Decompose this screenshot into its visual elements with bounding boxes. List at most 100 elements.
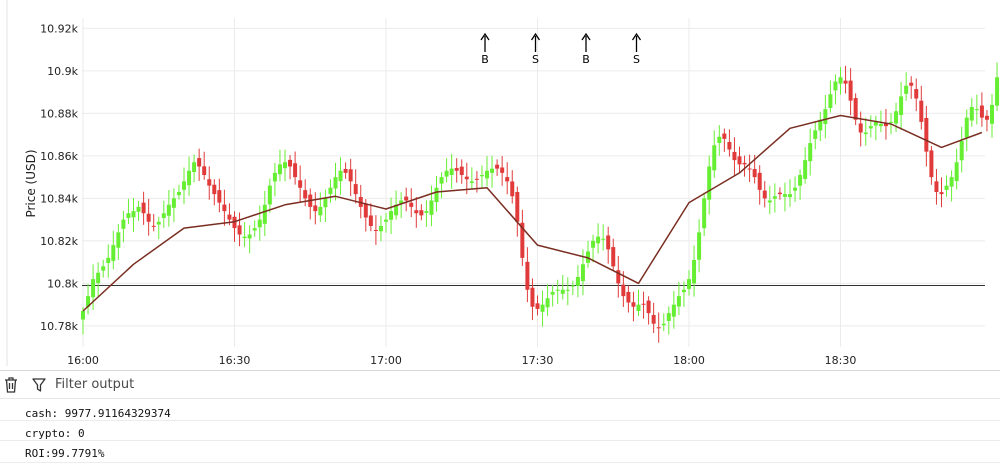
candle-body <box>237 225 242 235</box>
candle-body <box>929 150 934 178</box>
candle-body <box>591 240 596 248</box>
candle-body <box>313 205 318 212</box>
console-output: cash: 9977.91164329374 crypto: 0 ROI:99.… <box>0 400 1000 471</box>
candle-body <box>96 272 101 284</box>
candle-body <box>505 177 510 182</box>
candle-body <box>151 225 156 227</box>
candle-body <box>631 302 636 307</box>
candle-body <box>111 245 116 261</box>
candle-body <box>363 203 368 218</box>
candle-body <box>687 279 691 289</box>
candle-body <box>853 98 858 120</box>
candle-body <box>959 141 964 161</box>
candle-body <box>798 175 803 186</box>
candle-body <box>469 181 474 183</box>
candle-body <box>500 167 505 173</box>
candle-body <box>217 190 222 203</box>
candle-body <box>671 304 676 317</box>
filter-output-input[interactable]: Filter output <box>55 377 134 392</box>
candle-body <box>449 168 454 175</box>
candle-body <box>323 198 328 208</box>
candle-body <box>808 143 813 162</box>
candle-body <box>419 210 424 216</box>
x-tick-label: 17:30 <box>522 354 554 367</box>
candle-body <box>207 179 212 186</box>
candle-body <box>277 164 282 175</box>
candle-body <box>727 142 732 150</box>
candle-body <box>439 177 444 184</box>
candle-body <box>813 130 818 139</box>
candle-body <box>712 145 717 171</box>
x-tick-label: 17:00 <box>370 354 402 367</box>
candle-body <box>267 185 272 205</box>
candle-body <box>535 303 540 309</box>
candle-body <box>939 192 944 195</box>
candle-body <box>666 313 671 321</box>
candle-body <box>202 166 207 175</box>
candle-body <box>141 202 146 214</box>
candle-body <box>343 168 348 173</box>
line-divider <box>0 440 1000 441</box>
candle-body <box>641 303 646 305</box>
x-tick-label: 18:00 <box>673 354 705 367</box>
candle-body <box>681 289 686 293</box>
candle-body <box>293 163 298 178</box>
candle-body <box>247 234 252 239</box>
candle-body <box>833 81 838 91</box>
candle-body <box>762 190 767 199</box>
candle-body <box>984 115 989 120</box>
candle-body <box>550 291 555 295</box>
candle-body <box>843 80 848 84</box>
sell-marker-label: S <box>633 53 640 66</box>
candle-body <box>474 178 479 180</box>
candle-body <box>767 200 772 203</box>
candle-body <box>353 184 358 195</box>
candle-body <box>722 133 727 139</box>
candle-body <box>823 109 828 124</box>
candle-body <box>990 104 994 124</box>
candle-body <box>777 192 782 195</box>
candle-body <box>338 170 343 182</box>
candle-body <box>793 187 798 191</box>
buy-marker-label: B <box>481 53 489 66</box>
candle-body <box>954 162 959 182</box>
candle-body <box>889 121 893 123</box>
candle-body <box>692 260 697 284</box>
candle-body <box>904 85 909 94</box>
candle-body <box>409 202 414 207</box>
candle-body <box>560 289 565 294</box>
trash-icon[interactable] <box>4 377 20 393</box>
candle-body <box>373 229 378 231</box>
candle-body <box>121 219 126 229</box>
candle-body <box>197 158 202 167</box>
candle-body <box>404 196 409 201</box>
candle-body <box>525 261 530 290</box>
candle-body <box>283 162 287 169</box>
candle-body <box>328 187 333 195</box>
candle-body <box>545 298 550 308</box>
filter-icon[interactable] <box>32 377 48 393</box>
candle-body <box>555 289 560 291</box>
candle-body <box>318 206 323 216</box>
y-tick-label: 10.92k <box>40 22 78 35</box>
x-tick-label: 16:30 <box>219 354 251 367</box>
candle-body <box>444 170 449 177</box>
y-axis-title: Price (USD) <box>24 149 38 217</box>
candle-body <box>479 175 484 177</box>
candle-body <box>979 105 984 118</box>
candle-body <box>106 257 111 263</box>
candle-body <box>212 184 217 195</box>
candle-body <box>717 136 722 143</box>
candle-body <box>848 80 853 101</box>
candle-body <box>757 172 762 190</box>
x-tick-label: 16:00 <box>67 354 99 367</box>
candle-body <box>788 194 792 198</box>
candle-body <box>606 235 611 250</box>
candle-body <box>899 96 904 115</box>
x-tick-label: 18:30 <box>825 354 857 367</box>
candle-body <box>737 156 742 165</box>
candle-body <box>732 151 737 161</box>
candle-body <box>176 192 181 196</box>
candle-body <box>651 315 656 324</box>
candle-body <box>459 166 464 175</box>
